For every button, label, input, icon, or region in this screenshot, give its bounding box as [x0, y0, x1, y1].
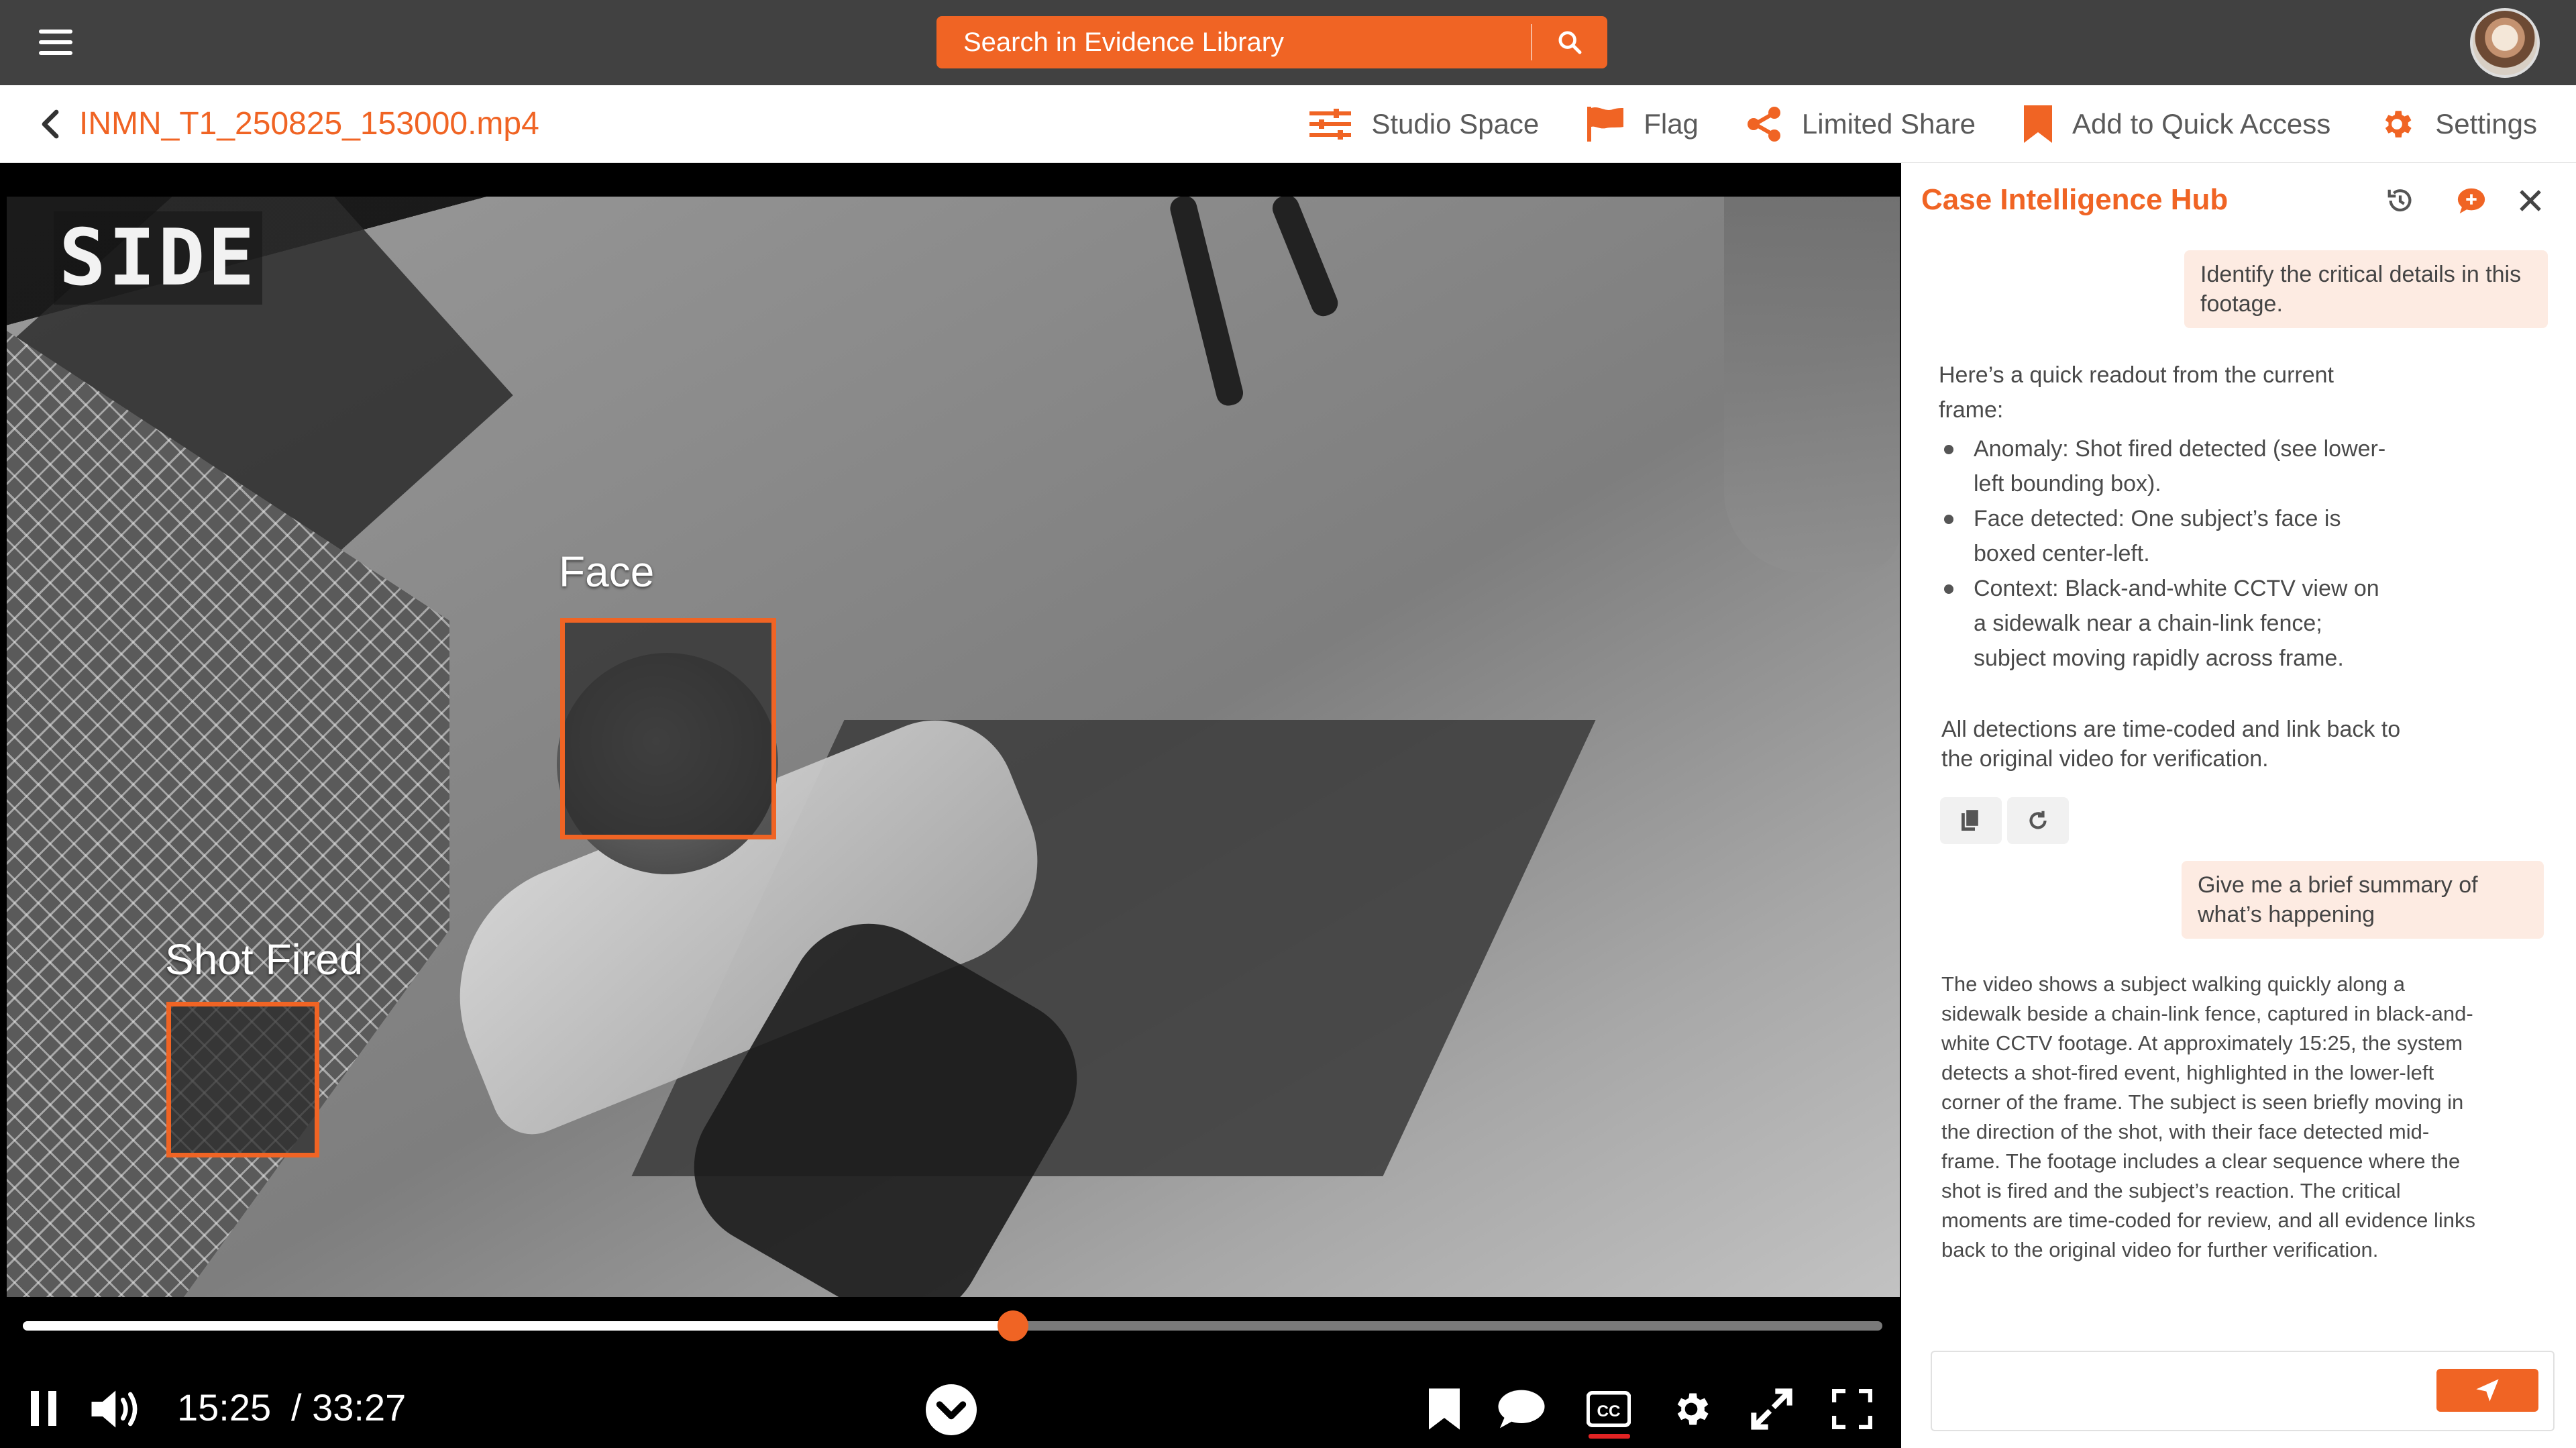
search-icon: [1558, 31, 1582, 54]
captions-button[interactable]: CC: [1583, 1386, 1634, 1433]
expand-button[interactable]: [1748, 1386, 1795, 1433]
studio-space-label: Studio Space: [1371, 108, 1540, 140]
studio-space-button[interactable]: Studio Space: [1309, 108, 1539, 140]
limited-share-button[interactable]: Limited Share: [1747, 107, 1976, 142]
file-title: INMN_T1_250825_153000.mp4: [79, 106, 539, 142]
bookmark-icon: [2024, 105, 2053, 143]
camera-overlay-label: SIDE: [54, 211, 263, 305]
face-detection-box[interactable]: [560, 618, 776, 839]
history-button[interactable]: [2383, 183, 2418, 218]
background-person: [1724, 197, 1900, 572]
add-quick-access-label: Add to Quick Access: [2072, 108, 2331, 140]
player-settings-button[interactable]: [1668, 1386, 1715, 1433]
pause-icon: [31, 1391, 56, 1426]
expand-arrows-icon: [1751, 1388, 1792, 1430]
volume-icon: [91, 1390, 138, 1428]
shot-fired-box[interactable]: [166, 1002, 319, 1157]
back-button[interactable]: [38, 108, 64, 140]
avatar[interactable]: [2470, 8, 2540, 78]
cc-icon: CC: [1587, 1391, 1631, 1427]
list-item: Face detected: One subject’s face is box…: [1940, 501, 2396, 571]
video-player: SIDE Face Shot Fired 15:25 / 33:27 CC: [0, 163, 1901, 1448]
chat-composer: [1931, 1351, 2555, 1431]
case-intelligence-panel: Case Intelligence Hub Identify the criti…: [1901, 163, 2576, 1448]
pole: [1167, 197, 1246, 409]
send-icon: [2476, 1379, 2499, 1402]
header-actions: Studio Space Flag Limited Share Add to Q…: [1261, 100, 2537, 148]
ai-message-list: Anomaly: Shot fired detected (see lower-…: [1940, 431, 2396, 676]
search-button[interactable]: [1532, 16, 1607, 68]
copy-button[interactable]: [1940, 797, 2002, 844]
ai-message-footer: All detections are time-coded and link b…: [1941, 717, 2401, 772]
add-quick-access-button[interactable]: Add to Quick Access: [2024, 105, 2330, 143]
close-icon: [2520, 190, 2541, 211]
share-icon: [1747, 107, 1780, 142]
volume-button[interactable]: [87, 1386, 148, 1433]
progress-bar[interactable]: [23, 1310, 1882, 1341]
new-chat-button[interactable]: [2454, 183, 2489, 218]
fullscreen-icon: [1832, 1389, 1872, 1429]
total-duration: / 33:27: [291, 1386, 407, 1429]
progress-handle[interactable]: [998, 1310, 1029, 1341]
send-button[interactable]: [2436, 1369, 2538, 1412]
face-detection-label: Face: [559, 548, 655, 596]
svg-text:CC: CC: [1597, 1402, 1621, 1420]
panel-title: Case Intelligence Hub: [1921, 183, 2229, 216]
comments-button[interactable]: [1495, 1386, 1548, 1433]
fullscreen-button[interactable]: [1829, 1386, 1876, 1433]
flag-label: Flag: [1644, 108, 1699, 140]
menu-icon[interactable]: [39, 30, 72, 55]
ai-message-intro: Here’s a quick readout from the current …: [1939, 362, 2334, 423]
file-header: INMN_T1_250825_153000.mp4 Studio Space F…: [0, 85, 2576, 163]
flag-button[interactable]: Flag: [1587, 107, 1699, 142]
user-message: Identify the critical details in this fo…: [2184, 250, 2548, 328]
refresh-icon: [2029, 811, 2047, 829]
bookmark-icon: [1429, 1388, 1460, 1430]
search-bar: [936, 16, 1607, 68]
chevron-left-icon: [42, 109, 59, 139]
pole: [1269, 197, 1342, 320]
history-icon: [2387, 189, 2412, 212]
limited-share-label: Limited Share: [1801, 108, 1976, 140]
video-frame[interactable]: SIDE Face Shot Fired: [7, 197, 1900, 1297]
bookmark-button[interactable]: [1424, 1386, 1465, 1433]
regenerate-button[interactable]: [2007, 797, 2069, 844]
chat-input[interactable]: [1932, 1352, 2462, 1430]
current-time: 15:25: [177, 1386, 272, 1429]
chat-add-icon: [2457, 188, 2485, 214]
chevron-down-circle-icon: [926, 1384, 977, 1435]
search-input[interactable]: [936, 16, 1531, 68]
settings-button[interactable]: Settings: [2379, 106, 2537, 142]
pause-button[interactable]: [24, 1388, 64, 1429]
captions-active-indicator: [1589, 1434, 1630, 1439]
player-controls: 15:25 / 33:27 CC: [0, 1371, 1901, 1445]
list-item: Anomaly: Shot fired detected (see lower-…: [1940, 431, 2396, 501]
copy-icon: [1962, 809, 1980, 831]
flag-icon: [1587, 107, 1624, 142]
ai-summary-message: The video shows a subject walking quickl…: [1941, 972, 2476, 1261]
shot-fired-label: Shot Fired: [165, 935, 364, 984]
settings-label: Settings: [2435, 108, 2537, 140]
list-item: Context: Black-and-white CCTV view on a …: [1940, 571, 2396, 676]
gear-icon: [1677, 1393, 1709, 1425]
sliders-icon: [1309, 109, 1352, 140]
comment-icon: [1498, 1390, 1545, 1429]
user-message: Give me a brief summary of what’s happen…: [2182, 861, 2544, 939]
close-panel-button[interactable]: [2513, 183, 2548, 218]
progress-fill: [23, 1321, 1014, 1331]
gear-icon: [2385, 111, 2412, 138]
collapse-button[interactable]: [924, 1383, 978, 1437]
top-bar: [0, 0, 2576, 85]
